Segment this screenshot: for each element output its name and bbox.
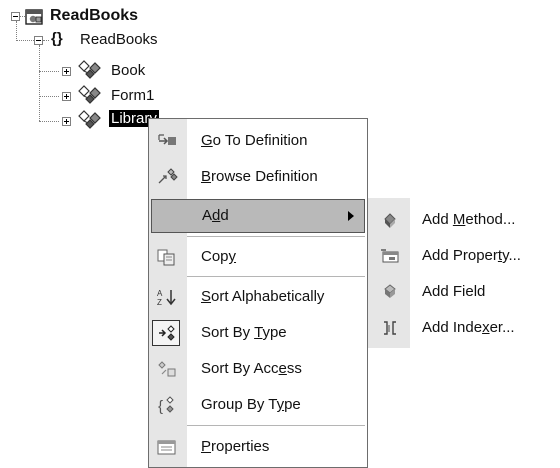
namespace-icon: {}: [51, 30, 63, 47]
menu-item-label: Browse Definition: [201, 168, 318, 185]
go-to-definition-icon: [156, 132, 178, 150]
browse-definition-icon: [156, 168, 178, 186]
tree-line: [39, 45, 41, 121]
submenu-arrow-icon: [348, 211, 354, 221]
menu-item-label: Sort By Access: [201, 360, 302, 377]
menu-separator: [187, 276, 365, 277]
tree-item-book[interactable]: Book: [111, 62, 145, 79]
menu-item-properties[interactable]: Properties: [149, 429, 367, 465]
submenu-item-label: Add Method...: [422, 211, 516, 228]
collapse-namespace-toggle[interactable]: [34, 36, 43, 45]
sort-alphabetically-icon: A Z: [156, 288, 178, 307]
expand-form1-toggle[interactable]: [62, 92, 71, 101]
menu-item-label: Properties: [201, 438, 270, 455]
class-icon: [78, 109, 104, 131]
tree-line: [16, 40, 34, 42]
svg-text:{: {: [158, 398, 163, 414]
menu-item-label: Go To Definition: [201, 132, 308, 149]
submenu-item-add-field[interactable]: Add Field: [368, 274, 558, 310]
expand-book-toggle[interactable]: [62, 67, 71, 76]
property-icon: [380, 247, 402, 265]
menu-item-copy[interactable]: Copy: [149, 239, 367, 275]
submenu-item-add-indexer[interactable]: Add Indexer...: [368, 310, 558, 346]
menu-separator: [187, 425, 365, 426]
copy-icon: [156, 248, 178, 266]
add-submenu: Add Method... Add Property... Add Field: [368, 198, 558, 348]
menu-item-add[interactable]: Add: [151, 199, 365, 233]
sort-by-type-icon: [156, 324, 178, 342]
menu-separator: [187, 236, 365, 237]
menu-item-label: Group By Type: [201, 396, 301, 413]
tree-line: [39, 71, 59, 73]
expand-library-toggle[interactable]: [62, 117, 71, 126]
svg-text:Z: Z: [157, 298, 162, 306]
field-icon: [380, 283, 402, 301]
class-icon: [78, 59, 104, 81]
submenu-item-label: Add Property...: [422, 247, 521, 264]
svg-text:A: A: [157, 289, 163, 298]
menu-item-label: Sort By Type: [201, 324, 287, 341]
tree-line: [39, 121, 59, 123]
indexer-icon: [380, 319, 402, 337]
sort-by-access-icon: [156, 360, 178, 378]
collapse-root-toggle[interactable]: [11, 12, 20, 21]
tree-item-form1[interactable]: Form1: [111, 87, 154, 104]
submenu-item-add-method[interactable]: Add Method...: [368, 202, 558, 238]
submenu-item-label: Add Field: [422, 283, 486, 300]
tree-line: [43, 40, 49, 42]
method-icon: [380, 211, 402, 229]
class-icon: [78, 84, 104, 106]
menu-item-sort-by-access[interactable]: Sort By Access: [149, 351, 367, 387]
properties-icon: [156, 438, 178, 456]
menu-item-label: Copy: [201, 248, 237, 265]
context-menu: Go To Definition Browse Definition Add C…: [148, 118, 368, 468]
menu-item-sort-by-type[interactable]: Sort By Type: [149, 315, 367, 351]
menu-item-sort-alphabetically[interactable]: A Z Sort Alphabetically: [149, 279, 367, 315]
submenu-item-add-property[interactable]: Add Property...: [368, 238, 558, 274]
submenu-item-label: Add Indexer...: [422, 319, 515, 336]
project-icon: [25, 8, 45, 26]
namespace-label[interactable]: ReadBooks: [80, 31, 158, 48]
menu-item-label: Add: [202, 207, 229, 224]
menu-item-browse-definition[interactable]: Browse Definition: [149, 159, 367, 195]
menu-item-group-by-type[interactable]: { Group By Type: [149, 387, 367, 423]
project-root-label[interactable]: ReadBooks: [50, 7, 138, 25]
menu-item-go-to-definition[interactable]: Go To Definition: [149, 123, 367, 159]
menu-item-label: Sort Alphabetically: [201, 288, 325, 305]
tree-line: [39, 96, 59, 98]
tree-line: [16, 21, 18, 41]
group-by-type-icon: {: [156, 396, 178, 415]
